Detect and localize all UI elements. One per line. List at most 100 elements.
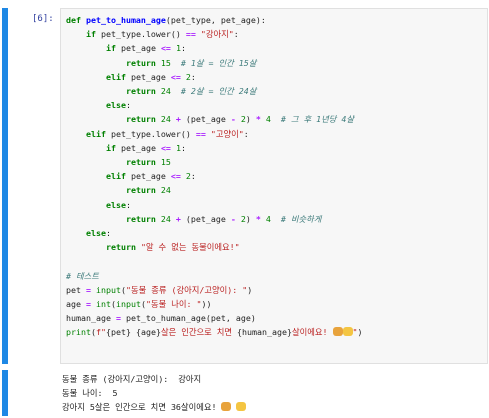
code-token: {human_age} (237, 327, 292, 338)
code-token: human_age (66, 313, 116, 324)
code-line: return 24 + (pet_age - 2) * 4 # 그 후 1년당 … (66, 114, 354, 124)
operator-token: <= (160, 43, 171, 54)
output-collapse-bar[interactable] (2, 370, 8, 416)
dog-face-icon (221, 402, 232, 411)
function-name-token: pet_to_human_age (85, 15, 166, 25)
code-line: return 24 (66, 185, 171, 195)
output-cell: 동물 종류 (강아지/고양이): 강아지 동물 나이: 5 강아지 5살은 인간… (2, 370, 488, 416)
string-token: "강아지" (200, 29, 234, 40)
code-line: if pet_age <= 1: (66, 43, 186, 53)
string-token: "동물 종류 (강아지/고양이): " (125, 284, 248, 295)
builtin-token: int (95, 299, 111, 310)
code-token: pet_to_human_age(pet, age) (120, 313, 256, 324)
code-token: : (190, 171, 196, 182)
comment-token: # 2살 = 인간 24살 (180, 86, 257, 97)
builtin-token: input (115, 299, 141, 310)
code-line: return 24 # 2살 = 인간 24살 (66, 86, 256, 96)
code-line: elif pet_type.lower() == "고양이": (66, 129, 249, 139)
code-token: : (243, 128, 249, 139)
number-token: 24 (160, 114, 171, 125)
keyword-token: else (85, 228, 106, 239)
code-line: else: (66, 100, 131, 110)
keyword-token: if (105, 142, 121, 153)
number-token: 24 (160, 185, 171, 196)
output-line-1: 동물 종류 (강아지/고양이): 강아지 (62, 374, 202, 384)
code-line: human_age = pet_to_human_age(pet, age) (66, 313, 256, 323)
code-line: # 테스트 (66, 271, 99, 281)
code-token: : (125, 100, 131, 111)
code-line: def pet_to_human_age(pet_type, pet_age): (66, 15, 266, 25)
keyword-token: return (125, 213, 161, 224)
output-area: 동물 종류 (강아지/고양이): 강아지 동물 나이: 5 강아지 5살은 인간… (60, 370, 488, 416)
code-token: )) (201, 299, 212, 310)
string-token: "동물 나이: " (145, 299, 202, 310)
code-token: pet_age (130, 171, 171, 182)
code-token: pet (66, 284, 86, 295)
cat-face-icon (236, 402, 247, 411)
keyword-token: else (105, 100, 126, 111)
comment-token: # 비슷하게 (280, 213, 322, 224)
dog-face-icon (332, 327, 343, 337)
code-line: if pet_age <= 1: (66, 143, 186, 153)
code-line: elif pet_age <= 2: (66, 171, 196, 181)
operator-token: == (195, 128, 206, 139)
code-line: age = int(input("동물 나이: ")) (66, 299, 211, 309)
code-line: else: (66, 228, 111, 238)
comment-token: # 1살 = 인간 15살 (180, 57, 257, 68)
cell-selection-bar[interactable] (2, 8, 8, 364)
keyword-token: else (105, 199, 126, 210)
code-token: (pet_age (180, 213, 231, 224)
output-text: 동물 종류 (강아지/고양이): 강아지 동물 나이: 5 강아지 5살은 인간… (62, 372, 247, 414)
builtin-token: print (66, 327, 91, 338)
keyword-token: elif (85, 128, 111, 139)
code-token: ) (247, 284, 253, 295)
string-token: f" (95, 327, 106, 338)
keyword-token: return (105, 242, 141, 253)
code-token: pet_type.lower() (100, 29, 186, 40)
code-editor[interactable]: def pet_to_human_age(pet_type, pet_age):… (60, 8, 488, 364)
number-token: 24 (160, 213, 171, 224)
keyword-token: return (125, 157, 161, 168)
keyword-token: if (85, 29, 101, 40)
code-token: : (190, 71, 196, 82)
keyword-token: return (125, 57, 161, 68)
operator-token: <= (170, 71, 181, 82)
keyword-token: return (125, 86, 161, 97)
keyword-token: elif (105, 171, 131, 182)
keyword-token: return (125, 185, 161, 196)
output-line-2: 동물 나이: 5 (62, 388, 118, 398)
number-token: 15 (160, 57, 171, 68)
code-text[interactable]: def pet_to_human_age(pet_type, pet_age):… (66, 13, 363, 340)
keyword-token: return (125, 114, 161, 125)
execution-count-prompt: [6]: (32, 14, 54, 24)
code-token: : (233, 29, 239, 40)
comment-token: # 그 후 1년당 4살 (280, 114, 355, 125)
code-token: ) (245, 213, 256, 224)
string-token: 살이에요! (291, 327, 333, 338)
cat-face-icon (342, 327, 353, 337)
code-token: pet_age (130, 71, 171, 82)
input-cell[interactable]: [6]: def pet_to_human_age(pet_type, pet_… (2, 8, 488, 364)
number-token: 24 (160, 86, 171, 97)
code-line: if pet_type.lower() == "강아지": (66, 29, 239, 39)
output-line-3: 강아지 5살은 인간으로 치면 36살이에요! (62, 402, 217, 412)
number-token: 15 (160, 157, 171, 168)
string-token: 살은 인간으로 치면 (160, 327, 238, 338)
